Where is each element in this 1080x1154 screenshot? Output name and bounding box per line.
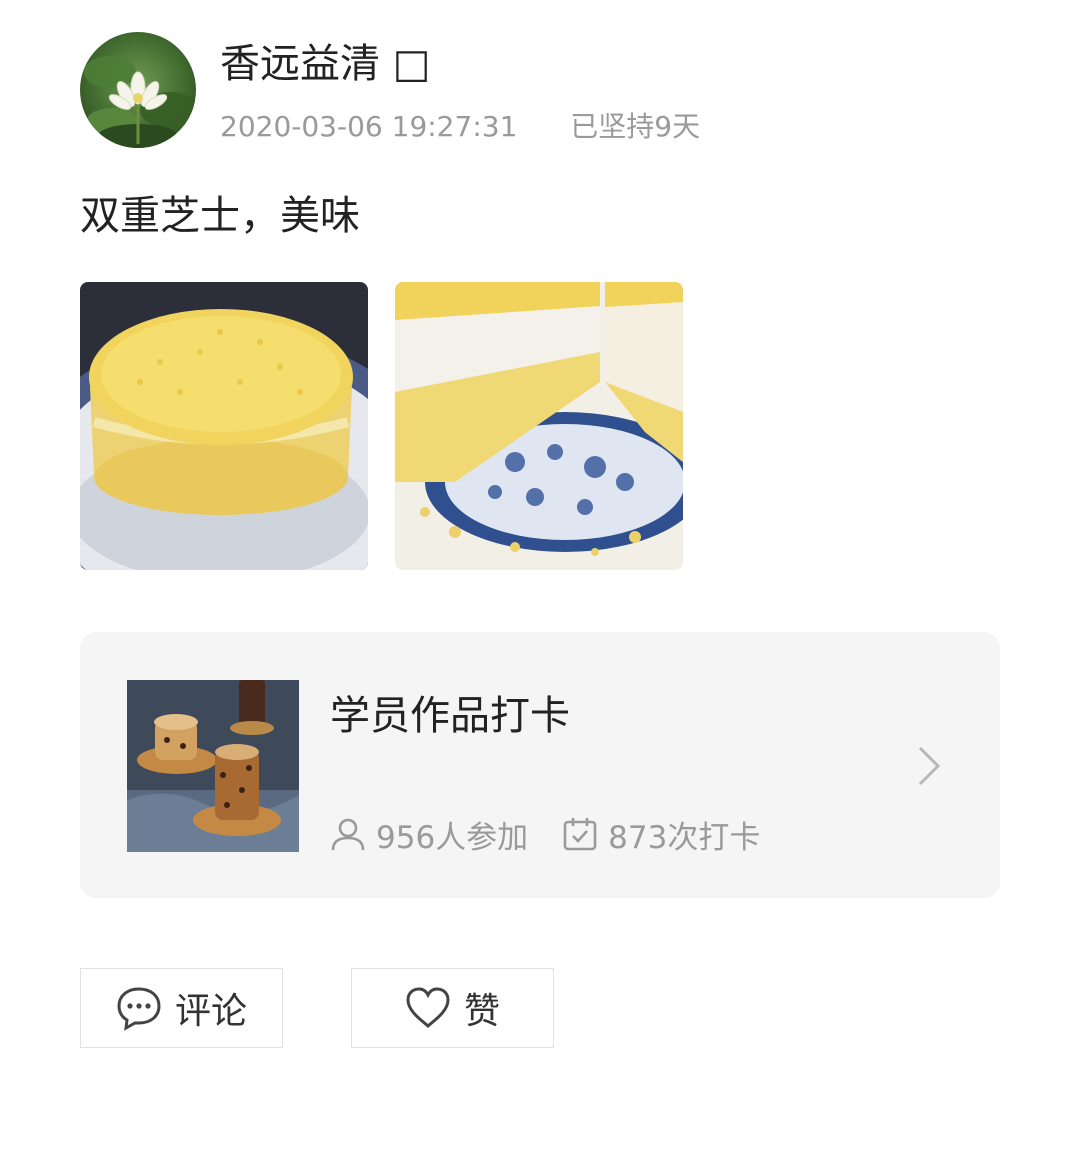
lotus-avatar-image bbox=[84, 56, 196, 148]
baked-goods-photo bbox=[127, 680, 299, 852]
heart-icon bbox=[404, 986, 452, 1030]
participants-count: 956人参加 bbox=[376, 819, 529, 856]
post-text: 双重芝士，美味 bbox=[80, 193, 360, 239]
calendar-check-icon bbox=[562, 816, 598, 852]
post-timestamp: 2020-03-06 19:27:31 bbox=[220, 110, 518, 143]
checkin-card[interactable]: 学员作品打卡 956人参加 873次打卡 bbox=[80, 632, 1000, 898]
checkin-card-title: 学员作品打卡 bbox=[330, 693, 570, 739]
author-name[interactable]: 香远益清 □ bbox=[220, 38, 431, 90]
like-button[interactable]: 赞 bbox=[351, 968, 554, 1048]
participants-stat: 956人参加 bbox=[330, 812, 528, 857]
comment-label: 评论 bbox=[175, 991, 248, 1032]
like-label: 赞 bbox=[464, 991, 501, 1032]
streak-badge: 已坚持9天 bbox=[570, 110, 701, 143]
checkin-card-stats: 956人参加 873次打卡 bbox=[330, 812, 760, 857]
chevron-right-icon[interactable] bbox=[914, 744, 944, 792]
checkin-card-thumbnail bbox=[127, 680, 299, 852]
cheesecake-slice-photo bbox=[395, 282, 683, 570]
checkins-count: 873次打卡 bbox=[608, 819, 761, 856]
comment-bubble-icon bbox=[115, 985, 163, 1031]
cheesecake-photo bbox=[80, 282, 368, 570]
post-photo-2[interactable] bbox=[395, 282, 683, 570]
comment-button[interactable]: 评论 bbox=[80, 968, 283, 1048]
user-icon bbox=[330, 816, 366, 852]
post-photo-1[interactable] bbox=[80, 282, 368, 570]
checkins-stat: 873次打卡 bbox=[562, 812, 760, 857]
avatar[interactable] bbox=[80, 32, 196, 148]
post-meta: 2020-03-06 19:27:31 已坚持9天 bbox=[220, 108, 700, 146]
